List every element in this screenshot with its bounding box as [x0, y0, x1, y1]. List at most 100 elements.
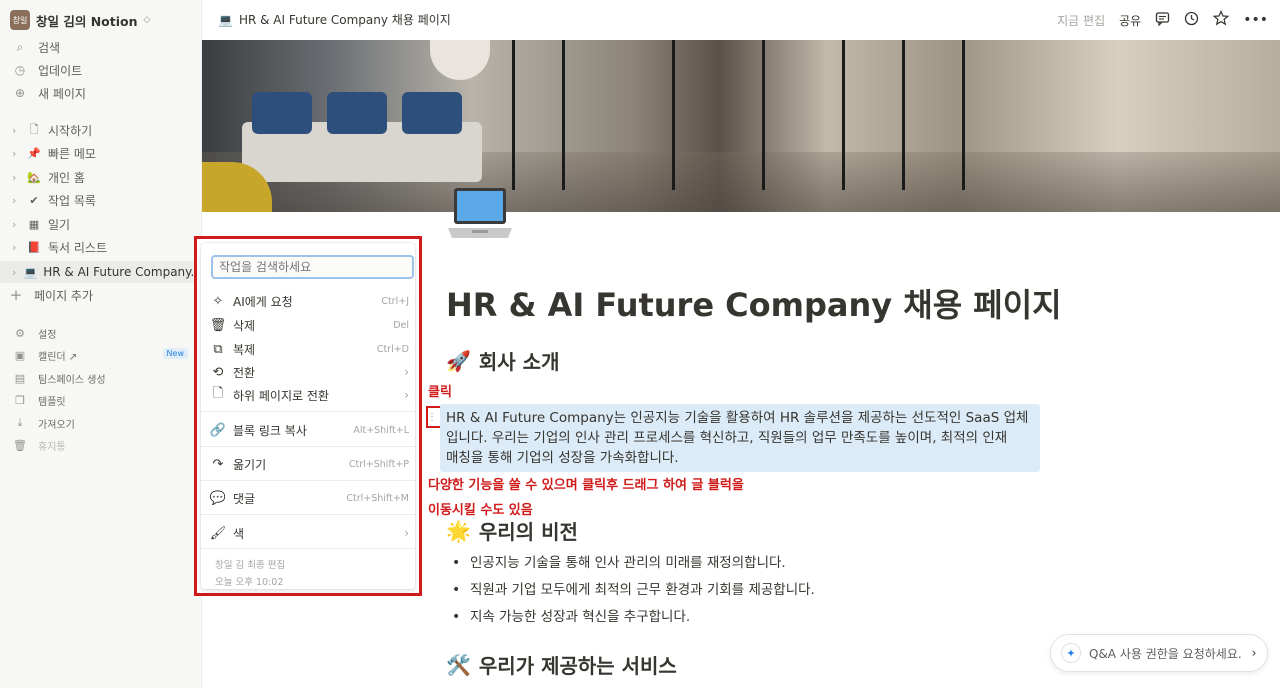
- shortcut: Ctrl+J: [381, 295, 409, 307]
- sidebar-item-settings[interactable]: ⚙ 설정: [0, 322, 202, 344]
- topbar: 💻 HR & AI Future Company 채용 페이지 지금 편집 공유…: [202, 0, 1280, 40]
- menu-item-delete[interactable]: 🗑 삭제 Del: [209, 313, 409, 337]
- sidebar-page-reading-list[interactable]: › 📕 독서 리스트: [0, 236, 202, 258]
- page-title[interactable]: HR & AI Future Company 채용 페이지: [446, 280, 1062, 326]
- sidebar-item-new-page[interactable]: ⊕ 새 페이지: [0, 82, 202, 104]
- sidebar-item-search[interactable]: ⌕ 검색: [0, 36, 202, 58]
- chevron-right-icon[interactable]: ›: [12, 124, 22, 137]
- share-button[interactable]: 공유: [1119, 12, 1141, 29]
- sidebar-page-personal-home[interactable]: › 🏡 개인 홈: [0, 166, 202, 188]
- paint-roller-icon: 🖌: [209, 525, 227, 541]
- topbar-actions: 지금 편집 공유 •••: [1057, 10, 1268, 30]
- menu-divider: [201, 548, 415, 549]
- laptop-icon: 💻: [218, 12, 233, 27]
- menu-item-comment[interactable]: 💬 댓글 Ctrl+Shift+M: [209, 486, 409, 510]
- paragraph-line: HR & AI Future Company는 인공지능 기술을 활용하여 HR…: [446, 410, 1029, 426]
- sidebar-page-getting-started[interactable]: › 🗋 시작하기: [0, 119, 202, 141]
- menu-highlight-frame: ✧ AI에게 요청 Ctrl+J 🗑 삭제 Del ⧉ 복제 Ctrl+D ⟲ …: [194, 236, 422, 596]
- cover-frame: [962, 40, 965, 190]
- chevron-updown-icon: ◇: [143, 15, 151, 25]
- menu-item-copy-block-link[interactable]: 🔗 블록 링크 복사 Alt+Shift+L: [209, 418, 409, 442]
- link-icon: 🔗: [209, 422, 227, 438]
- sidebar-item-create-teamspace[interactable]: ▤ 팀스페이스 생성: [0, 367, 202, 389]
- breadcrumb[interactable]: 💻 HR & AI Future Company 채용 페이지: [218, 11, 451, 28]
- tools-icon: 🛠️: [446, 652, 471, 677]
- sidebar-item-import[interactable]: ⤓ 가져오기: [0, 412, 202, 434]
- sidebar-item-label: HR & AI Future Company...: [43, 265, 202, 279]
- menu-item-move[interactable]: ↷ 옮기기 Ctrl+Shift+P: [209, 452, 409, 476]
- sidebar-item-label: 팀스페이스 생성: [38, 374, 106, 386]
- chevron-right-icon[interactable]: ›: [12, 147, 22, 160]
- sidebar-item-label: 새 페이지: [38, 86, 86, 101]
- sidebar-item-label: 검색: [38, 40, 61, 55]
- list-item[interactable]: 직원과 기업 모두에게 최적의 근무 환경과 기회를 제공합니다.: [452, 577, 815, 604]
- menu-item-turn-into[interactable]: ⟲ 전환 ›: [209, 360, 409, 384]
- menu-item-turn-into-subpage[interactable]: 🗋 하위 페이지로 전환 ›: [209, 383, 409, 407]
- sidebar-page-journal[interactable]: › ▦ 일기: [0, 213, 202, 235]
- chevron-right-icon[interactable]: ›: [12, 171, 22, 184]
- sidebar-page-hr-ai[interactable]: › 💻 HR & AI Future Company...: [0, 261, 202, 283]
- shortcut: Ctrl+D: [376, 343, 409, 355]
- search-icon: ⌕: [16, 39, 24, 54]
- laptop-icon[interactable]: [446, 186, 514, 242]
- sidebar-page-task-list[interactable]: › ✔ 작업 목록: [0, 189, 202, 211]
- duplicate-icon: ⧉: [213, 341, 223, 357]
- cover-frame: [762, 40, 765, 190]
- sidebar-item-updates[interactable]: ◷ 업데이트: [0, 59, 202, 81]
- menu-item-ask-ai[interactable]: ✧ AI에게 요청 Ctrl+J: [209, 289, 409, 313]
- notion-window: 창일 창일 김의 Notion ◇ ⌕ 검색 ◷ 업데이트 ⊕ 새 페이지 › …: [0, 0, 1280, 688]
- list-item[interactable]: 지속 가능한 성장과 혁신을 추구합니다.: [452, 604, 815, 631]
- sidebar-item-label: 작업 목록: [48, 193, 96, 208]
- chevron-right-icon[interactable]: ›: [12, 266, 20, 279]
- sidebar: 창일 창일 김의 Notion ◇ ⌕ 검색 ◷ 업데이트 ⊕ 새 페이지 › …: [0, 0, 202, 688]
- menu-item-label: 삭제: [233, 318, 256, 333]
- move-arrow-icon: ↷: [212, 456, 224, 472]
- sidebar-item-label: 페이지 추가: [34, 288, 94, 303]
- sidebar-item-label: 휴지통: [38, 441, 66, 453]
- cover-frame: [562, 40, 565, 190]
- sidebar-item-templates[interactable]: ❐ 템플릿: [0, 389, 202, 411]
- workspace-switcher[interactable]: 창일 창일 김의 Notion ◇: [10, 9, 150, 31]
- sidebar-item-calendar[interactable]: ▣ 캘린더 ↗ New: [0, 344, 202, 366]
- selected-paragraph-block[interactable]: HR & AI Future Company는 인공지능 기술을 활용하여 HR…: [440, 404, 1040, 472]
- annotation-description: 다양한 기능을 쓸 수 있으며 클릭후 드래그 하여 글 블럭을: [428, 478, 744, 493]
- rocket-icon: 🚀: [446, 348, 471, 373]
- block-context-menu: ✧ AI에게 요청 Ctrl+J 🗑 삭제 Del ⧉ 복제 Ctrl+D ⟲ …: [201, 243, 415, 589]
- more-icon[interactable]: •••: [1243, 12, 1268, 28]
- qa-request-button[interactable]: ✦ Q&A 사용 권한을 요청하세요. ›: [1050, 634, 1268, 672]
- sidebar-item-trash[interactable]: 🗑 휴지통: [0, 434, 202, 456]
- comment-icon[interactable]: [1155, 11, 1170, 30]
- shortcut: Alt+Shift+L: [353, 424, 409, 436]
- qa-label: Q&A 사용 권한을 요청하세요.: [1089, 646, 1242, 661]
- notebook-icon: ▦: [28, 217, 40, 231]
- heading-our-services[interactable]: 🛠️ 우리가 제공하는 서비스: [446, 650, 677, 679]
- sidebar-add-page[interactable]: + 페이지 추가: [0, 284, 202, 306]
- star-icon: 🌟: [446, 518, 471, 543]
- cover-lamp: [430, 40, 490, 80]
- cover-frame: [902, 40, 905, 190]
- workspace-avatar: 창일: [10, 10, 30, 30]
- heading-company-intro[interactable]: 🚀 회사 소개: [446, 346, 559, 375]
- sidebar-item-label: 업데이트: [38, 63, 83, 78]
- star-icon[interactable]: [1212, 10, 1230, 30]
- sidebar-item-label: 일기: [48, 217, 71, 232]
- list-item[interactable]: 인공지능 기술을 통해 인사 관리의 미래를 재정의합니다.: [452, 550, 815, 577]
- heading-our-vision[interactable]: 🌟 우리의 비전: [446, 516, 578, 545]
- clock-icon: ◷: [14, 63, 26, 77]
- chevron-right-icon[interactable]: ›: [12, 194, 22, 207]
- menu-item-duplicate[interactable]: ⧉ 복제 Ctrl+D: [209, 337, 409, 361]
- menu-search-input[interactable]: [211, 255, 414, 279]
- menu-divider: [201, 480, 415, 481]
- gear-icon: ⚙: [15, 326, 25, 340]
- clock-icon[interactable]: [1184, 11, 1199, 30]
- sidebar-item-label: 독서 리스트: [48, 240, 108, 255]
- chevron-right-icon[interactable]: ›: [12, 218, 22, 231]
- menu-item-color[interactable]: 🖌 색 ›: [209, 521, 409, 545]
- menu-item-label: 색: [233, 526, 245, 541]
- chevron-right-icon[interactable]: ›: [12, 241, 22, 254]
- sidebar-page-quick-note[interactable]: › 📌 빠른 메모: [0, 142, 202, 164]
- teamspace-icon: ▤: [14, 371, 26, 385]
- menu-item-label: 하위 페이지로 전환: [233, 388, 329, 403]
- shortcut: Del: [393, 319, 409, 331]
- sidebar-item-label: 캘린더 ↗: [38, 351, 78, 363]
